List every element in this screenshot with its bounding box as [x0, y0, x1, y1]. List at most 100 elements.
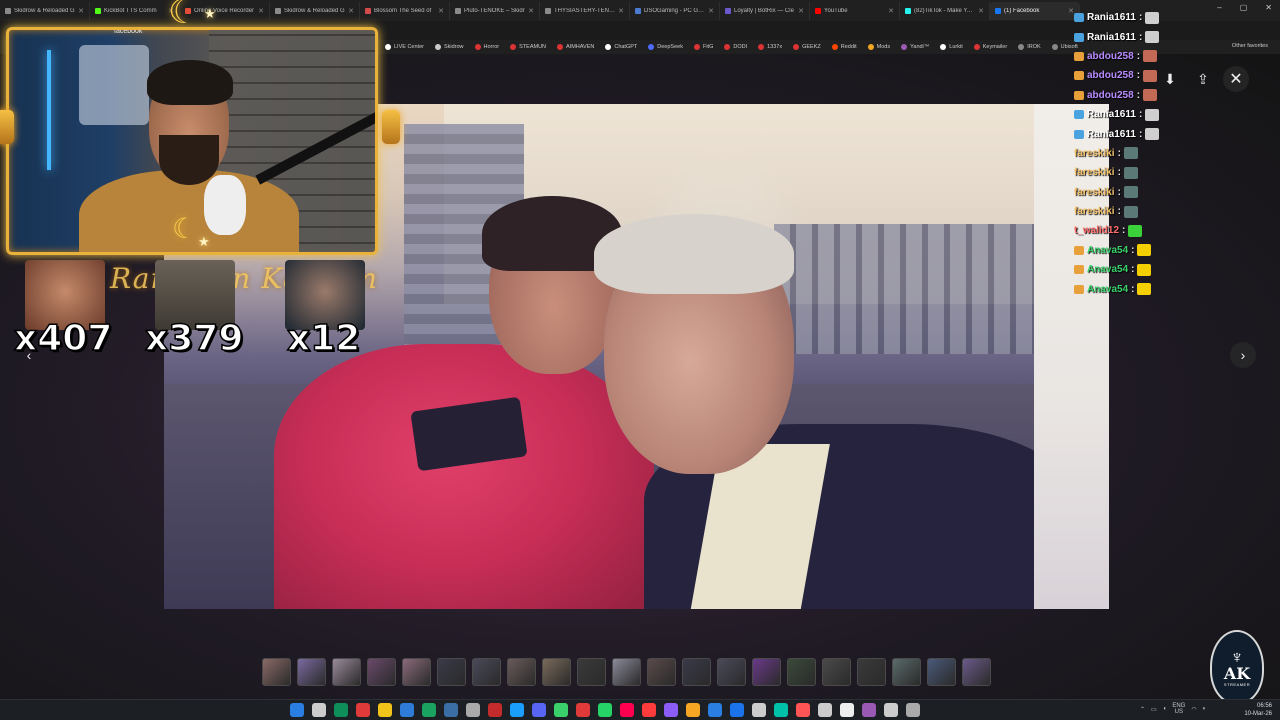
browser-tab[interactable]: Skidrow & Reloaded G ✕ [270, 1, 360, 20]
photo-thumbnail[interactable] [507, 658, 536, 686]
browser-tab[interactable]: (1) Facebook ✕ [990, 1, 1080, 20]
browser-tab[interactable]: THYSIASTERY-TENOKE ✕ [540, 1, 630, 20]
taskbar-app-icon[interactable] [598, 703, 612, 717]
taskbar-app-icon[interactable] [466, 703, 480, 717]
taskbar-app-icon[interactable] [444, 703, 458, 717]
photo-thumbnail[interactable] [787, 658, 816, 686]
browser-tab[interactable]: (82)TikTok - Make Your ✕ [900, 1, 990, 20]
bookmark-item[interactable]: Mods [867, 44, 890, 50]
taskbar-app-icon[interactable] [532, 703, 546, 717]
bookmark-item[interactable]: IROK [1018, 44, 1041, 50]
photo-thumbnail[interactable] [542, 658, 571, 686]
photo-thumbnail[interactable] [437, 658, 466, 686]
tab-close-icon[interactable]: ✕ [888, 7, 894, 15]
speaker-icon[interactable]: ◖ [1163, 706, 1167, 712]
bookmark-item[interactable]: Yandi™ [901, 44, 929, 50]
taskbar-app-icon[interactable] [774, 703, 788, 717]
taskbar-app-icon[interactable] [334, 703, 348, 717]
bookmark-item[interactable]: GEEKZ [793, 44, 821, 50]
taskbar-app-icon[interactable] [378, 703, 392, 717]
browser-tab[interactable]: Blossom The Seed of ✕ [360, 1, 450, 20]
taskbar-app-icon[interactable] [884, 703, 898, 717]
taskbar-app-icon[interactable] [488, 703, 502, 717]
taskbar-app-icon[interactable] [862, 703, 876, 717]
taskbar-app-icon[interactable] [356, 703, 370, 717]
maximize-button[interactable]: ▢ [1240, 3, 1248, 12]
tab-close-icon[interactable]: ✕ [618, 7, 624, 15]
bookmark-item[interactable]: Keymailer [973, 44, 1007, 50]
photo-thumbnail[interactable] [962, 658, 991, 686]
photo-thumbnail[interactable] [822, 658, 851, 686]
tab-close-icon[interactable]: ✕ [438, 7, 444, 15]
bookmark-item[interactable]: LIVE Center [385, 44, 424, 50]
chevron-right-icon[interactable]: › [1230, 342, 1256, 368]
taskbar-app-icon[interactable] [554, 703, 568, 717]
photo-thumbnail[interactable] [892, 658, 921, 686]
taskbar-app-icon[interactable] [576, 703, 590, 717]
tab-close-icon[interactable]: ✕ [78, 7, 84, 15]
minimize-button[interactable]: – [1217, 3, 1221, 12]
tab-close-icon[interactable]: ✕ [348, 7, 354, 15]
battery-icon[interactable]: ▭ [1151, 706, 1157, 713]
tab-close-icon[interactable]: ✕ [798, 7, 804, 15]
taskbar-app-icon[interactable] [752, 703, 766, 717]
bookmark-item[interactable]: Reddit [831, 44, 857, 50]
tab-close-icon[interactable]: ✕ [708, 7, 714, 15]
close-window-button[interactable]: ✕ [1265, 3, 1272, 12]
close-icon[interactable]: ✕ [1223, 66, 1249, 92]
taskbar-app-icon[interactable] [620, 703, 634, 717]
taskbar-clock[interactable]: 06:56 10-Mar-26 [1244, 702, 1272, 718]
bookmark-item[interactable]: 1337x [758, 44, 782, 50]
taskbar-app-icon[interactable] [664, 703, 678, 717]
browser-tab[interactable]: DSOGaming - PC Gam ✕ [630, 1, 720, 20]
bookmark-item[interactable]: Lurkit [940, 44, 963, 50]
tab-close-icon[interactable]: ✕ [978, 7, 984, 15]
tab-close-icon[interactable]: ✕ [258, 7, 264, 15]
taskbar-app-icon[interactable] [818, 703, 832, 717]
photo-thumbnail[interactable] [577, 658, 606, 686]
browser-tab[interactable]: KickBot TTS Comm ✕ [90, 1, 180, 20]
language-indicator[interactable]: ENG US [1172, 703, 1185, 715]
wifi-icon[interactable]: ◠ [1191, 706, 1196, 713]
taskbar-app-icon[interactable] [422, 703, 436, 717]
photo-thumbnail[interactable] [647, 658, 676, 686]
bookmark-item[interactable]: FitG [693, 44, 713, 50]
bookmark-item[interactable]: DeepSeek [648, 44, 683, 50]
photo-thumbnail[interactable] [857, 658, 886, 686]
bookmark-item[interactable]: Horror [474, 44, 499, 50]
taskbar-app-icon[interactable] [730, 703, 744, 717]
browser-tab[interactable]: YouTube ✕ [810, 1, 900, 20]
bookmark-item[interactable]: DODI [724, 44, 747, 50]
volume-icon[interactable]: ◐ [1203, 706, 1207, 712]
tab-close-icon[interactable]: ✕ [528, 7, 534, 15]
taskbar-app-icon[interactable] [796, 703, 810, 717]
browser-tab[interactable]: Skidrow & Reloaded G ✕ [0, 1, 90, 20]
photo-thumbnail[interactable] [927, 658, 956, 686]
taskbar-app-icon[interactable] [312, 703, 326, 717]
photo-thumbnail[interactable] [332, 658, 361, 686]
photo-thumbnail[interactable] [402, 658, 431, 686]
browser-tab[interactable]: Pluto-TENOKE – Skidr ✕ [450, 1, 540, 20]
taskbar-app-icon[interactable] [708, 703, 722, 717]
photo-thumbnail[interactable] [682, 658, 711, 686]
taskbar-app-icon[interactable] [840, 703, 854, 717]
browser-tab[interactable]: Loyalty | BotRix — Cle ✕ [720, 1, 810, 20]
photo-thumbnail[interactable] [262, 658, 291, 686]
taskbar-app-icon[interactable] [686, 703, 700, 717]
other-favorites-button[interactable]: Other favorites [1232, 43, 1268, 49]
taskbar-app-icon[interactable] [510, 703, 524, 717]
bookmark-item[interactable]: ChatGPT [605, 44, 637, 50]
photo-thumbnail[interactable] [367, 658, 396, 686]
taskbar-app-icon[interactable] [906, 703, 920, 717]
chevron-up-icon[interactable]: ⌃ [1140, 706, 1145, 713]
taskbar-app-icon[interactable] [290, 703, 304, 717]
taskbar-app-icon[interactable] [400, 703, 414, 717]
photo-thumbnail[interactable] [612, 658, 641, 686]
photo-thumbnail[interactable] [717, 658, 746, 686]
bookmark-item[interactable]: STEAMUN [510, 44, 546, 50]
bookmark-item[interactable]: Skidrow [434, 44, 464, 50]
photo-thumbnail[interactable] [297, 658, 326, 686]
photo-thumbnail[interactable] [472, 658, 501, 686]
photo-thumbnail[interactable] [752, 658, 781, 686]
taskbar-app-icon[interactable] [642, 703, 656, 717]
